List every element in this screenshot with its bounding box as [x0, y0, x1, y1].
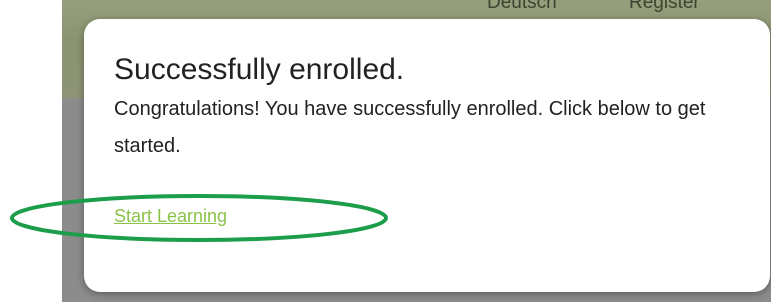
modal-message: Congratulations! You have successfully e…: [114, 98, 706, 157]
language-link[interactable]: Deutsch: [487, 0, 557, 14]
register-link[interactable]: Register: [629, 0, 700, 14]
screenshot-stage: Deutsch Register Successfully enrolled. …: [0, 0, 771, 302]
highlight-ellipse: [10, 194, 388, 242]
highlight-ellipse-annotation: [10, 194, 388, 242]
enrollment-success-modal: Successfully enrolled. Congratulations! …: [84, 19, 770, 292]
modal-title: Successfully enrolled.: [114, 53, 405, 86]
